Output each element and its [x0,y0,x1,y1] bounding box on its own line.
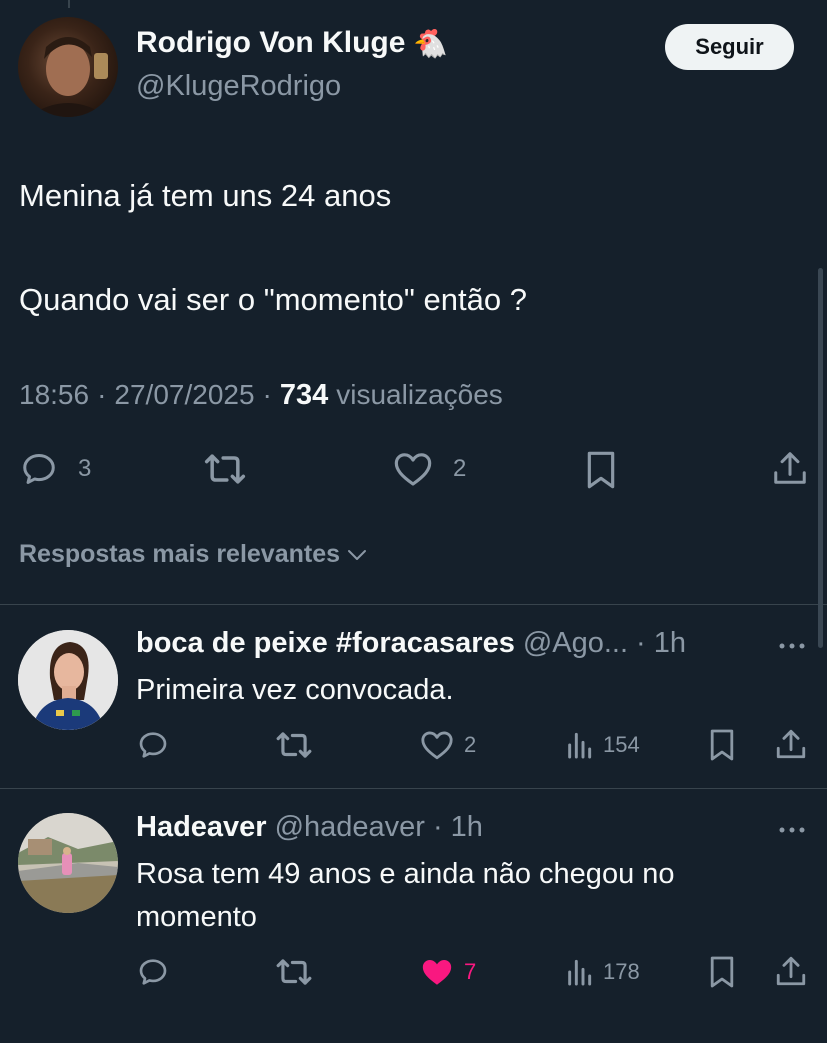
reply-avatar[interactable] [18,813,118,913]
reply-like-count: 7 [464,959,477,984]
comment-icon [23,454,55,484]
reply-text-line-1: Rosa tem 49 anos e ainda não chegou no [136,858,675,890]
reply-author-name[interactable]: boca de peixe #foracasares [136,627,515,660]
reply-like-action[interactable]: 2 [420,729,476,761]
more-icon [779,643,805,649]
views-icon [568,959,592,986]
reply-retweet-action[interactable] [275,956,313,988]
replies-sort-label: Respostas mais relevantes [19,540,341,568]
author-handle[interactable]: @KlugeRodrigo [136,70,341,103]
divider [0,604,827,605]
reply-author-handle[interactable]: @hadeaver [275,811,425,844]
bookmark-icon [710,956,734,988]
author-name[interactable]: Rodrigo Von Kluge [136,26,405,60]
reply-text-line-2: momento [136,901,257,933]
author-emoji: 🐔 [413,27,449,59]
tweet-time[interactable]: 18:56 [19,379,89,411]
reply-text: Primeira vez convocada. [136,674,454,706]
reply-time[interactable]: 1h [451,811,483,844]
bookmark-action[interactable] [584,450,618,490]
share-action[interactable] [771,448,809,488]
reply-share-action[interactable] [774,727,808,761]
like-count: 2 [453,455,467,482]
retweet-icon [276,959,312,985]
reply-time[interactable]: 1h [654,627,686,660]
scrollbar[interactable] [818,268,823,648]
reply-like-action[interactable]: 7 [420,956,476,988]
author-avatar[interactable] [18,17,118,117]
reply-author-name[interactable]: Hadeaver [136,811,267,844]
bookmark-icon [587,451,615,489]
retweet-action[interactable] [203,450,247,488]
share-icon [774,452,806,484]
more-icon [779,827,805,833]
follow-button[interactable]: Seguir [665,24,794,70]
reply-views-count: 154 [603,732,640,757]
reply-views-count: 178 [603,959,640,984]
divider [0,788,827,789]
reply-views-action[interactable]: 178 [565,956,640,988]
reply-bookmark-action[interactable] [708,955,736,989]
reply-comment-action[interactable] [137,729,169,761]
tweet-date[interactable]: 27/07/2025 [114,379,254,411]
comment-icon [139,959,167,985]
reply-retweet-action[interactable] [275,729,313,761]
replies-sort-dropdown[interactable]: Respostas mais relevantes [19,540,368,569]
reply-views-action[interactable]: 154 [565,729,640,761]
more-button[interactable] [777,638,807,654]
tweet-meta: 18:56 · 27/07/2025 · 734 visualizações [19,379,503,412]
heart-icon [394,453,432,486]
reply-count: 3 [78,455,92,482]
reply-bookmark-action[interactable] [708,728,736,762]
share-icon [776,729,806,759]
retweet-icon [204,454,246,484]
reply-action[interactable]: 3 [20,450,91,488]
bookmark-icon [710,729,734,761]
reply-like-count: 2 [464,732,477,757]
retweet-icon [276,732,312,758]
reply-comment-action[interactable] [137,956,169,988]
tweet-text-line-2: Quando vai ser o "momento" então ? [19,282,527,317]
meta-separator: · [432,811,443,843]
meta-separator: · [97,379,107,410]
more-button[interactable] [777,822,807,838]
tweet-text-line-1: Menina já tem uns 24 anos [19,178,392,213]
meta-separator: · [636,627,646,659]
meta-separator: · [262,379,272,410]
share-icon [776,956,806,986]
reply-share-action[interactable] [774,954,808,988]
reply-avatar[interactable] [18,630,118,730]
heart-filled-icon [422,959,452,985]
reply-author-handle[interactable]: @Ago... [523,627,628,660]
heart-icon [421,731,453,760]
views-count: 734 [279,379,329,411]
comment-icon [139,732,167,758]
views-icon [568,732,592,759]
like-action[interactable]: 2 [393,450,466,488]
chevron-down-icon [348,549,367,560]
thread-line [68,0,70,8]
views-label: visualizações [336,379,503,410]
